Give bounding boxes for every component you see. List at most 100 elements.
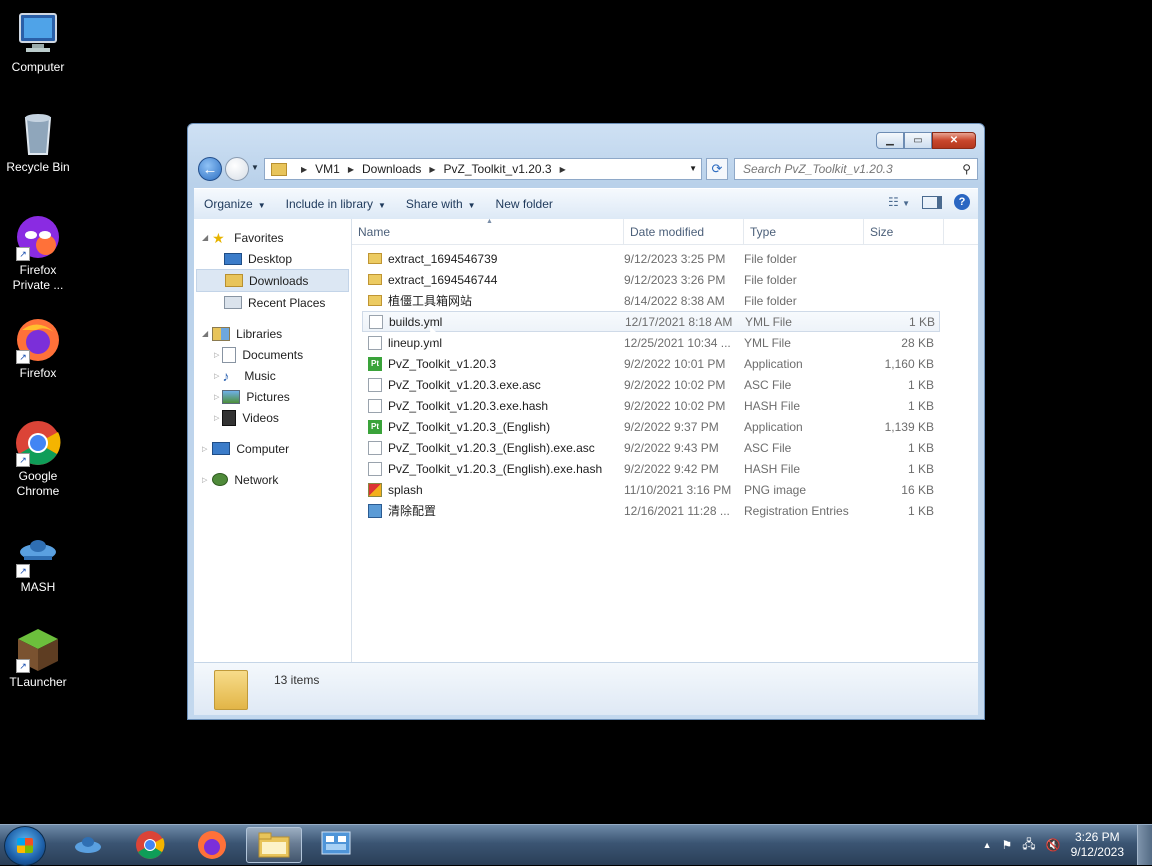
file-row[interactable]: PvZ_Toolkit_v1.20.3.exe.hash 9/2/2022 10:… bbox=[362, 395, 940, 416]
file-name: extract_1694546744 bbox=[388, 272, 498, 287]
file-row[interactable]: PvZ_Toolkit_v1.20.3_(English).exe.hash 9/… bbox=[362, 458, 940, 479]
breadcrumb-arrow-icon[interactable]: ▶ bbox=[348, 165, 354, 174]
organize-button[interactable]: Organize ▼ bbox=[194, 197, 276, 211]
recycle-bin-icon bbox=[14, 110, 62, 158]
close-button[interactable]: ✕ bbox=[932, 132, 976, 149]
file-name: PvZ_Toolkit_v1.20.3_(English).exe.hash bbox=[388, 461, 603, 476]
include-in-library-button[interactable]: Include in library ▼ bbox=[276, 197, 396, 211]
desktop-icon-chrome[interactable]: ↗ Google Chrome bbox=[0, 419, 76, 499]
new-folder-button[interactable]: New folder bbox=[486, 197, 563, 211]
clock[interactable]: 3:26 PM 9/12/2023 bbox=[1071, 830, 1124, 860]
file-row[interactable]: PvZ_Toolkit_v1.20.3.exe.asc 9/2/2022 10:0… bbox=[362, 374, 940, 395]
file-date: 9/12/2023 3:26 PM bbox=[624, 272, 726, 287]
address-dropdown-icon[interactable]: ▼ bbox=[689, 164, 697, 173]
desktop-icon-firefox[interactable]: ↗ Firefox bbox=[0, 316, 76, 381]
network-icon bbox=[212, 473, 229, 486]
taskbar-chrome[interactable] bbox=[122, 827, 178, 863]
nav-label: Desktop bbox=[248, 251, 293, 266]
help-icon[interactable]: ? bbox=[954, 194, 970, 210]
desktop-icon-label: Computer bbox=[11, 60, 65, 74]
file-row[interactable]: Pt PvZ_Toolkit_v1.20.3_(English) 9/2/2022 … bbox=[362, 416, 940, 437]
column-header-date[interactable]: Date modified bbox=[624, 219, 744, 244]
nav-videos[interactable]: ▷ Videos bbox=[194, 407, 351, 428]
file-date: 12/25/2021 10:34 ... bbox=[624, 335, 731, 350]
file-date: 9/2/2022 9:43 PM bbox=[624, 440, 719, 455]
taskbar-control-panel[interactable] bbox=[308, 827, 364, 863]
file-row[interactable]: extract_1694546739 9/12/2023 3:25 PM File … bbox=[362, 248, 940, 269]
windows-logo-icon bbox=[17, 838, 33, 853]
desktop-icon-recycle-bin[interactable]: Recycle Bin bbox=[0, 110, 76, 175]
breadcrumb-downloads[interactable]: Downloads bbox=[362, 162, 421, 176]
minimize-button[interactable]: ▁ bbox=[876, 132, 904, 149]
file-name-cell: 清除配置 bbox=[362, 502, 624, 519]
desktop-icon-tlauncher[interactable]: ↗ TLauncher bbox=[0, 625, 76, 690]
volume-muted-icon[interactable]: 🔇 bbox=[1046, 838, 1061, 852]
file-date: 9/2/2022 9:42 PM bbox=[624, 461, 719, 476]
recent-pages-dropdown[interactable]: ▼ bbox=[251, 163, 259, 172]
taskbar-explorer[interactable] bbox=[246, 827, 302, 863]
computer-icon bbox=[212, 442, 231, 455]
desktop-icon-mash[interactable]: ↗ MASH bbox=[0, 530, 76, 595]
file-name: PvZ_Toolkit_v1.20.3_(English).exe.asc bbox=[388, 440, 595, 455]
breadcrumb-current-folder[interactable]: PvZ_Toolkit_v1.20.3 bbox=[444, 162, 552, 176]
column-header-size[interactable]: Size bbox=[864, 219, 944, 244]
nav-desktop[interactable]: Desktop bbox=[194, 248, 351, 269]
action-center-flag-icon[interactable]: ⚑ bbox=[1002, 838, 1013, 852]
shortcut-arrow-icon: ↗ bbox=[16, 247, 30, 261]
network-status-icon[interactable]: 🖧 bbox=[1022, 835, 1035, 856]
preview-pane-icon[interactable] bbox=[922, 195, 942, 209]
taskbar-firefox[interactable] bbox=[184, 827, 240, 863]
column-header-type[interactable]: Type bbox=[744, 219, 864, 244]
desktop-icon-label: Google Chrome bbox=[16, 469, 60, 498]
nav-music[interactable]: ▷ ♪ Music bbox=[194, 365, 351, 386]
desktop-icon-computer[interactable]: Computer bbox=[0, 10, 76, 75]
file-row[interactable]: builds.yml 12/17/2021 8:18 AM YML File 1 KB bbox=[362, 311, 940, 332]
nav-label: Network bbox=[234, 472, 279, 487]
file-row[interactable]: 植僵工具箱网站 8/14/2022 8:38 AM File folder bbox=[362, 290, 940, 311]
address-bar[interactable]: ▶ VM1 ▶ Downloads ▶ PvZ_Toolkit_v1.20.3 … bbox=[264, 158, 702, 180]
file-row[interactable]: splash 11/10/2021 3:16 PM PNG image 16 KB bbox=[362, 479, 940, 500]
file-date: 11/10/2021 3:16 PM bbox=[624, 482, 732, 497]
nav-libraries[interactable]: ◢ Libraries bbox=[194, 323, 351, 344]
desktop-icon-firefox-private[interactable]: ↗ Firefox Private ... bbox=[0, 213, 76, 293]
file-row[interactable]: 清除配置 12/16/2021 11:28 ... Registration Ent… bbox=[362, 500, 940, 521]
application-icon: Pt bbox=[368, 356, 382, 371]
file-size: 1 KB bbox=[908, 314, 935, 329]
breadcrumb-arrow-icon[interactable]: ▶ bbox=[560, 165, 566, 174]
forward-button[interactable] bbox=[225, 157, 249, 181]
file-row[interactable]: Pt PvZ_Toolkit_v1.20.3 9/2/2022 10:01 PM Ap… bbox=[362, 353, 940, 374]
nav-recent-places[interactable]: Recent Places bbox=[194, 292, 351, 313]
show-hidden-icons-icon[interactable]: ▲ bbox=[983, 840, 992, 850]
nav-favorites[interactable]: ◢ ★ Favorites bbox=[194, 227, 351, 248]
file-type: PNG image bbox=[744, 482, 807, 497]
file-name: PvZ_Toolkit_v1.20.3_(English) bbox=[388, 419, 551, 434]
search-icon[interactable]: ⚲ bbox=[962, 162, 971, 176]
file-type: YML File bbox=[745, 314, 792, 329]
nav-pictures[interactable]: ▷ Pictures bbox=[194, 386, 351, 407]
file-row[interactable]: PvZ_Toolkit_v1.20.3_(English).exe.asc 9/2… bbox=[362, 437, 940, 458]
maximize-button[interactable]: ▭ bbox=[904, 132, 932, 149]
nav-label: Computer bbox=[236, 441, 290, 456]
libraries-icon bbox=[212, 326, 231, 341]
change-view-icon[interactable]: ☷ ▼ bbox=[888, 195, 910, 209]
breadcrumb-vm1[interactable]: VM1 bbox=[315, 162, 340, 176]
breadcrumb-arrow-icon[interactable]: ▶ bbox=[429, 165, 435, 174]
nav-downloads[interactable]: Downloads bbox=[196, 269, 349, 292]
column-header-name[interactable]: Name ▲ bbox=[352, 218, 624, 244]
taskbar-mash[interactable] bbox=[60, 827, 116, 863]
back-button[interactable]: ← bbox=[198, 157, 222, 181]
nav-computer[interactable]: ▷ Computer bbox=[194, 438, 351, 459]
breadcrumb-arrow-icon[interactable]: ▶ bbox=[301, 165, 307, 174]
refresh-button[interactable]: ⟳ bbox=[706, 158, 728, 180]
file-row[interactable]: extract_1694546744 9/12/2023 3:26 PM File … bbox=[362, 269, 940, 290]
file-type: YML File bbox=[744, 335, 791, 350]
nav-network[interactable]: ▷ Network bbox=[194, 469, 351, 490]
start-button[interactable] bbox=[4, 826, 46, 866]
share-with-button[interactable]: Share with ▼ bbox=[396, 197, 486, 211]
nav-documents[interactable]: ▷ Documents bbox=[194, 344, 351, 365]
file-row[interactable]: lineup.yml 12/25/2021 10:34 ... YML File 28… bbox=[362, 332, 940, 353]
shortcut-arrow-icon: ↗ bbox=[16, 659, 30, 673]
show-desktop-button[interactable] bbox=[1137, 825, 1152, 865]
search-input[interactable]: Search PvZ_Toolkit_v1.20.3 ⚲ bbox=[734, 158, 978, 180]
folder-icon bbox=[368, 295, 382, 306]
